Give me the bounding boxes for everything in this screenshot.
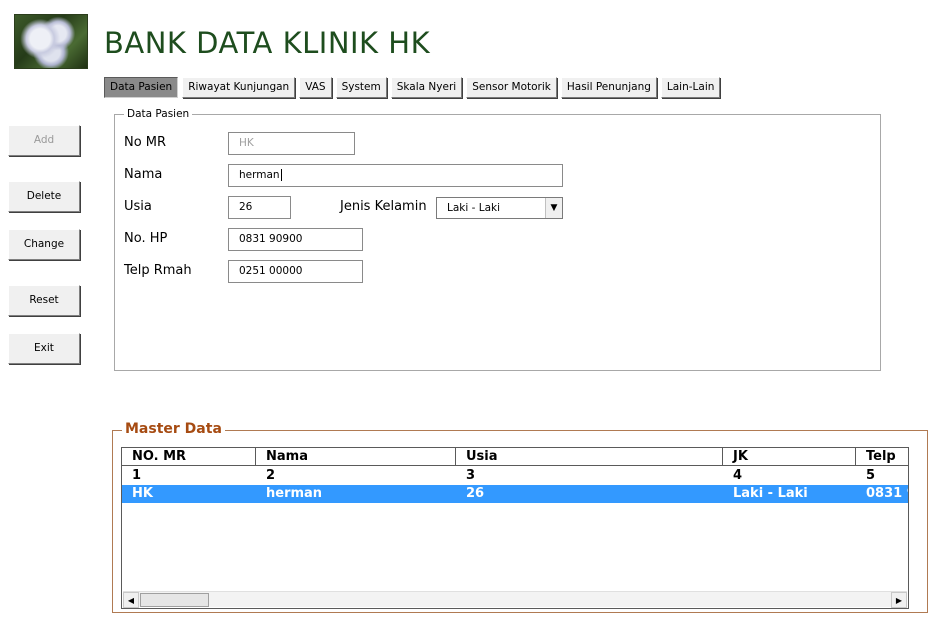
no-mr-label: No MR <box>124 135 167 150</box>
column-header-jk[interactable]: JK <box>723 448 856 465</box>
telp-rmah-field[interactable]: 0251 00000 <box>228 260 363 283</box>
no-hp-field[interactable]: 0831 90900 <box>228 228 363 251</box>
no-mr-field[interactable]: HK <box>228 132 355 155</box>
arrow-left-icon[interactable]: ◀ <box>123 592 139 608</box>
usia-field[interactable]: 26 <box>228 196 291 219</box>
table-cell: HK <box>132 486 153 501</box>
tab-data-pasien[interactable]: Data Pasien <box>104 77 179 98</box>
jenis-kelamin-label: Jenis Kelamin <box>340 199 427 214</box>
nama-field[interactable]: herman <box>228 164 563 187</box>
column-header-no-mr[interactable]: NO. MR <box>122 448 256 465</box>
app-title: BANK DATA KLINIK HK <box>104 26 431 60</box>
table-cell: 2 <box>266 468 276 483</box>
table-cell: 26 <box>466 486 485 501</box>
nama-value: herman <box>239 169 280 181</box>
grid-header: NO. MR Nama Usia JK Telp <box>122 448 908 466</box>
app-logo <box>14 14 88 69</box>
column-header-telp[interactable]: Telp <box>856 448 908 465</box>
reset-button[interactable]: Reset <box>8 285 80 316</box>
tab-riwayat-kunjungan[interactable]: Riwayat Kunjungan <box>182 77 296 98</box>
table-row-selected[interactable]: HK herman 26 Laki - Laki 0831 9 <box>122 485 908 503</box>
table-cell: 5 <box>866 468 876 483</box>
table-cell: herman <box>266 486 323 501</box>
data-pasien-group-title: Data Pasien <box>124 108 193 120</box>
tab-vas[interactable]: VAS <box>299 77 332 98</box>
exit-button[interactable]: Exit <box>8 333 80 364</box>
table-cell: Laki - Laki <box>733 486 808 501</box>
master-data-title: Master Data <box>122 421 225 437</box>
chevron-down-icon[interactable]: ▼ <box>545 198 562 218</box>
tab-sensor-motorik[interactable]: Sensor Motorik <box>466 77 557 98</box>
horizontal-scrollbar[interactable]: ◀ ▶ <box>123 591 907 608</box>
add-button[interactable]: Add <box>8 125 80 156</box>
jenis-kelamin-select[interactable]: Laki - Laki ▼ <box>436 197 563 219</box>
table-cell: 1 <box>132 468 142 483</box>
master-data-grid[interactable]: NO. MR Nama Usia JK Telp 1 2 3 4 5 HK he… <box>121 447 909 609</box>
table-cell: 4 <box>733 468 743 483</box>
tab-bar: Data Pasien Riwayat Kunjungan VAS System… <box>104 77 721 98</box>
arrow-right-icon[interactable]: ▶ <box>891 592 907 608</box>
text-cursor <box>280 169 282 181</box>
nama-label: Nama <box>124 167 163 182</box>
telp-rmah-label: Telp Rmah <box>124 263 192 278</box>
column-header-usia[interactable]: Usia <box>456 448 723 465</box>
tab-system[interactable]: System <box>335 77 387 98</box>
no-hp-label: No. HP <box>124 231 168 246</box>
delete-button[interactable]: Delete <box>8 181 80 212</box>
tab-hasil-penunjang[interactable]: Hasil Penunjang <box>560 77 657 98</box>
change-button[interactable]: Change <box>8 229 80 260</box>
table-cell: 0831 9 <box>866 486 908 501</box>
jenis-kelamin-value: Laki - Laki <box>447 202 501 214</box>
table-cell: 3 <box>466 468 476 483</box>
tab-lain-lain[interactable]: Lain-Lain <box>660 77 721 98</box>
scrollbar-thumb[interactable] <box>140 593 209 607</box>
table-row[interactable]: 1 2 3 4 5 <box>122 467 908 485</box>
column-header-nama[interactable]: Nama <box>256 448 456 465</box>
tab-skala-nyeri[interactable]: Skala Nyeri <box>390 77 463 98</box>
usia-label: Usia <box>124 199 152 214</box>
